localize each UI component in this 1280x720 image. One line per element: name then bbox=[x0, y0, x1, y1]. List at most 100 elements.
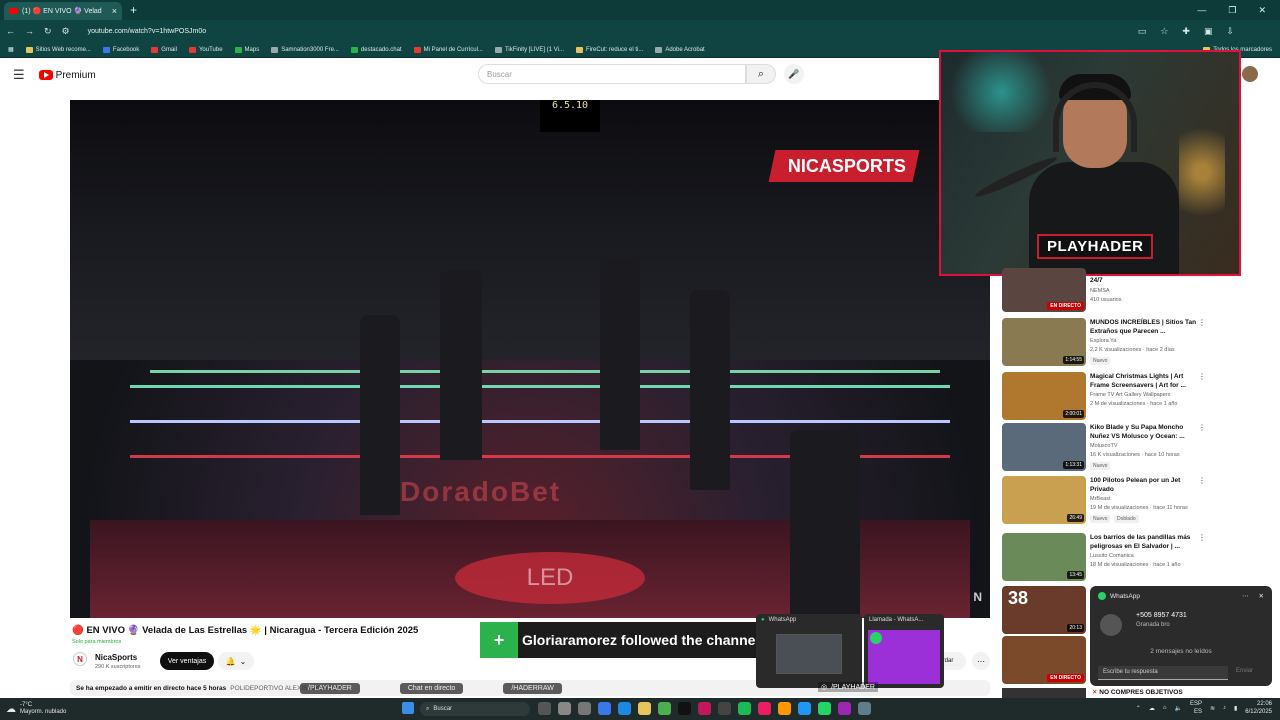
close-window-icon[interactable]: ✕ bbox=[1258, 5, 1266, 16]
weather-widget[interactable]: ☁ -7°C Mayorm. nublado bbox=[0, 702, 66, 716]
maximize-icon[interactable]: ❐ bbox=[1228, 5, 1236, 16]
recommendation-item[interactable]: 1:14:55 MUNDOS INCREÍBLES | Sitios Tan E… bbox=[1002, 318, 1212, 366]
bookmark-item[interactable]: Maps bbox=[234, 46, 259, 53]
search-input[interactable]: Buscar bbox=[478, 64, 746, 84]
cloud-icon[interactable]: ☁ bbox=[1149, 705, 1155, 712]
video-thumbnail[interactable]: 13:45 bbox=[1002, 533, 1086, 581]
more-options-icon[interactable]: ⋮ bbox=[1198, 476, 1206, 485]
send-button[interactable]: Enviar bbox=[1236, 668, 1253, 674]
language-indicator[interactable]: ESP ES bbox=[1190, 700, 1202, 716]
back-icon[interactable]: ← bbox=[6, 26, 15, 36]
tiktok-icon[interactable] bbox=[678, 702, 691, 715]
volume-icon[interactable]: 🔈 bbox=[1174, 705, 1181, 712]
battery-icon[interactable]: ▮ bbox=[1234, 705, 1237, 712]
search-button[interactable]: ⌕ bbox=[746, 64, 776, 84]
recommendation-item[interactable]: EN DIRECTO 24/7 NEMSA 410 usuarios bbox=[1002, 268, 1212, 312]
taskbar-search[interactable]: ⌕ Buscar bbox=[420, 702, 530, 716]
extensions-icon[interactable]: ✚ bbox=[1182, 26, 1190, 37]
video-thumbnail[interactable]: EN DIRECTO bbox=[1002, 268, 1086, 312]
notifications-button[interactable]: 🔔 ⌄ bbox=[218, 652, 254, 670]
recommendation-channel[interactable]: Explora Ya bbox=[1090, 338, 1116, 344]
speaker-icon[interactable]: ♪ bbox=[1223, 705, 1226, 711]
app-icon[interactable] bbox=[778, 702, 791, 715]
recommendation-title[interactable]: 24/7 bbox=[1090, 276, 1200, 285]
channel-watermark[interactable]: N bbox=[973, 590, 982, 604]
more-actions-icon[interactable]: ⋯ bbox=[972, 652, 990, 670]
reload-icon[interactable]: ↻ bbox=[44, 26, 52, 37]
more-options-icon[interactable]: ⋮ bbox=[1198, 372, 1206, 381]
bookmark-item[interactable]: Sitios Web recome... bbox=[25, 46, 91, 53]
spotify-icon[interactable] bbox=[738, 702, 751, 715]
recommendation-title[interactable]: Magical Christmas Lights | Art Frame Scr… bbox=[1090, 372, 1200, 390]
cast-icon[interactable]: ▭ bbox=[1138, 26, 1147, 37]
view-perks-button[interactable]: Ver ventajas bbox=[160, 652, 214, 670]
video-player[interactable]: 6.5.10 DoradoBet LED NICASPORTS N bbox=[70, 100, 990, 618]
split-view-icon[interactable]: ▣ bbox=[1204, 26, 1213, 37]
bookmark-item[interactable]: Gmail bbox=[151, 46, 177, 53]
menu-icon[interactable]: ☰ bbox=[13, 67, 25, 83]
close-icon[interactable]: ✕ bbox=[1259, 592, 1264, 600]
more-options-icon[interactable]: ⋮ bbox=[1198, 533, 1206, 542]
recommendation-item[interactable]: 13:45 Los barrios de las pandillas más p… bbox=[1002, 533, 1212, 581]
whatsapp-call-preview[interactable]: Llamada - WhatsA... bbox=[864, 614, 944, 688]
app-icon[interactable] bbox=[718, 702, 731, 715]
new-tab-icon[interactable]: + bbox=[130, 3, 137, 17]
network-icon[interactable]: ⌂ bbox=[1163, 705, 1167, 711]
recommendation-title[interactable]: 100 Pilotos Pelean por un Jet Privado bbox=[1090, 476, 1200, 494]
recommendation-channel[interactable]: Frame TV Art Gallery Wallpapers bbox=[1090, 392, 1170, 398]
video-thumbnail[interactable]: 1:14:55 bbox=[1002, 318, 1086, 366]
browser-tab-active[interactable]: (1) 🔴 EN VIVO 🔮 Velad × bbox=[4, 2, 122, 20]
channel-avatar[interactable]: N bbox=[73, 652, 87, 666]
video-thumbnail[interactable]: 26:49 bbox=[1002, 476, 1086, 524]
recommendation-channel[interactable]: NEMSA bbox=[1090, 288, 1110, 294]
reply-input[interactable]: Escribe tu respuesta bbox=[1098, 666, 1228, 680]
chrome-icon[interactable] bbox=[658, 702, 671, 715]
app-icon[interactable] bbox=[698, 702, 711, 715]
more-options-icon[interactable]: ⋯ bbox=[1242, 592, 1249, 600]
windows-start-icon[interactable] bbox=[402, 702, 414, 714]
bookmark-item[interactable]: destacado.chat bbox=[350, 46, 402, 53]
app-icon[interactable] bbox=[558, 702, 571, 715]
forward-icon[interactable]: → bbox=[25, 26, 34, 36]
minimize-icon[interactable]: — bbox=[1197, 5, 1206, 16]
app-icon[interactable] bbox=[618, 702, 631, 715]
youtube-premium-logo[interactable]: Premium bbox=[38, 70, 96, 81]
app-icon[interactable] bbox=[578, 702, 591, 715]
clock[interactable]: 22:06 6/12/2025 bbox=[1245, 700, 1272, 716]
download-icon[interactable]: ⇩ bbox=[1226, 26, 1234, 37]
task-view-icon[interactable] bbox=[538, 702, 551, 715]
recommendation-item[interactable]: 1:13:31 Kiko Blade y Su Papa Moncho Nuñe… bbox=[1002, 423, 1212, 471]
recommendation-item[interactable]: 26:49 100 Pilotos Pelean por un Jet Priv… bbox=[1002, 476, 1212, 524]
app-icon[interactable] bbox=[838, 702, 851, 715]
recommendation-title[interactable]: NO COMPRES OBJETIVOS bbox=[1092, 688, 1182, 696]
file-explorer-icon[interactable] bbox=[638, 702, 651, 715]
url-field[interactable]: youtube.com/watch?v=1htwPOSJm0o bbox=[88, 23, 1128, 39]
bookmark-item[interactable]: YouTube bbox=[188, 46, 223, 53]
whatsapp-window-preview[interactable]: ● WhatsApp bbox=[756, 614, 862, 688]
app-icon[interactable] bbox=[758, 702, 771, 715]
video-thumbnail[interactable]: 1:13:31 bbox=[1002, 423, 1086, 471]
more-options-icon[interactable]: ⋮ bbox=[1198, 423, 1206, 432]
recommendation-title[interactable]: Los barrios de las pandillas más peligro… bbox=[1090, 533, 1200, 551]
site-info-icon[interactable]: ⚙ bbox=[62, 26, 70, 37]
more-options-icon[interactable]: ⋮ bbox=[1198, 318, 1206, 327]
app-icon[interactable] bbox=[798, 702, 811, 715]
channel-name[interactable]: NicaSports bbox=[95, 653, 137, 662]
close-tab-icon[interactable]: × bbox=[112, 6, 117, 16]
voice-search-button[interactable]: 🎤 bbox=[784, 64, 804, 84]
edge-icon[interactable] bbox=[598, 702, 611, 715]
bookmark-item[interactable]: TikFinity [LIVE] (1 Vi... bbox=[494, 46, 564, 53]
whatsapp-notification[interactable]: WhatsApp ⋯ ✕ +505 8957 4731 Granada bro … bbox=[1090, 586, 1272, 686]
bookmark-item[interactable]: Adobe Acrobat bbox=[655, 46, 705, 53]
recommendation-channel[interactable]: Lussito Comanica bbox=[1090, 553, 1134, 559]
video-thumbnail[interactable]: EN DIRECTO bbox=[1002, 636, 1086, 684]
bookmark-item[interactable]: Facebook bbox=[102, 46, 139, 53]
recommendation-channel[interactable]: MoluscoTV bbox=[1090, 443, 1118, 449]
video-thumbnail[interactable] bbox=[1002, 688, 1086, 698]
apps-grid-icon[interactable]: ▦ bbox=[8, 46, 14, 53]
recommendation-title[interactable]: Kiko Blade y Su Papa Moncho Nuñez VS Mol… bbox=[1090, 423, 1200, 441]
recommendation-item[interactable]: 2:00:01 Magical Christmas Lights | Art F… bbox=[1002, 372, 1212, 420]
settings-icon[interactable] bbox=[858, 702, 871, 715]
bookmark-item[interactable]: Mi Panel de Currícul... bbox=[413, 46, 483, 53]
account-avatar[interactable] bbox=[1242, 66, 1258, 82]
